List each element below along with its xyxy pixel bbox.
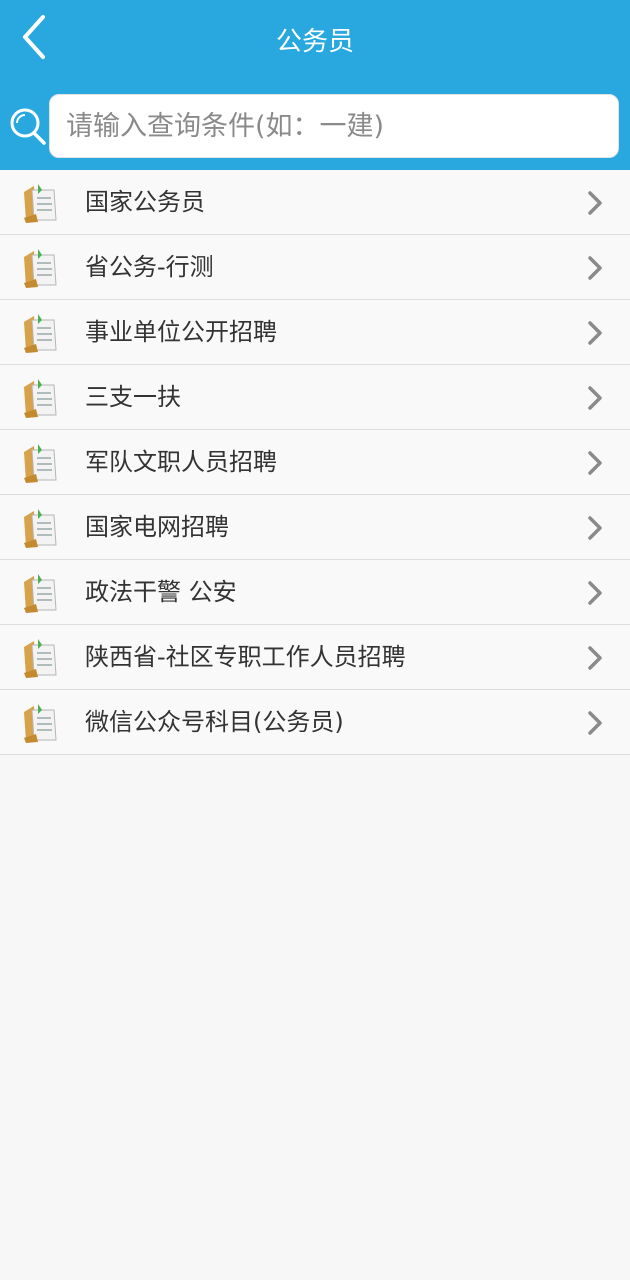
chevron-right-icon bbox=[588, 386, 602, 410]
list-item-label: 三支一扶 bbox=[85, 383, 181, 411]
document-folder-icon bbox=[24, 574, 57, 613]
chevron-right-icon bbox=[588, 516, 602, 540]
list-item-label: 国家公务员 bbox=[85, 188, 205, 216]
list-item-label: 国家电网招聘 bbox=[85, 513, 229, 541]
category-list: 国家公务员 省公务-行测 事业单位公开招聘 三支一扶 军队文职人员招聘 国家电网… bbox=[0, 170, 630, 755]
document-folder-icon bbox=[24, 639, 57, 678]
list-item-2[interactable]: 省公务-行测 bbox=[0, 235, 630, 300]
list-item-1[interactable]: 国家公务员 bbox=[0, 170, 630, 235]
chevron-right-icon bbox=[588, 191, 602, 215]
list-item-7[interactable]: 政法干警 公安 bbox=[0, 560, 630, 625]
list-item-4[interactable]: 三支一扶 bbox=[0, 365, 630, 430]
chevron-right-icon bbox=[588, 256, 602, 280]
search-box[interactable] bbox=[49, 94, 619, 158]
document-folder-icon bbox=[24, 314, 57, 353]
search-icon[interactable] bbox=[8, 106, 48, 146]
document-folder-icon bbox=[24, 704, 57, 743]
list-item-6[interactable]: 国家电网招聘 bbox=[0, 495, 630, 560]
header-bar: 公务员 bbox=[0, 0, 630, 170]
list-item-label: 陕西省-社区专职工作人员招聘 bbox=[85, 643, 406, 671]
list-item-label: 政法干警 公安 bbox=[85, 578, 237, 606]
document-folder-icon bbox=[24, 509, 57, 548]
list-item-8[interactable]: 陕西省-社区专职工作人员招聘 bbox=[0, 625, 630, 690]
document-folder-icon bbox=[24, 184, 57, 223]
chevron-right-icon bbox=[588, 581, 602, 605]
document-folder-icon bbox=[24, 444, 57, 483]
list-item-9[interactable]: 微信公众号科目(公务员) bbox=[0, 690, 630, 755]
list-item-label: 省公务-行测 bbox=[85, 253, 214, 281]
chevron-right-icon bbox=[588, 321, 602, 345]
list-item-5[interactable]: 军队文职人员招聘 bbox=[0, 430, 630, 495]
document-folder-icon bbox=[24, 249, 57, 288]
chevron-right-icon bbox=[588, 646, 602, 670]
list-item-label: 军队文职人员招聘 bbox=[85, 448, 277, 476]
document-folder-icon bbox=[24, 379, 57, 418]
page-title: 公务员 bbox=[275, 27, 354, 57]
chevron-right-icon bbox=[588, 711, 602, 735]
chevron-right-icon bbox=[588, 451, 602, 475]
list-item-label: 微信公众号科目(公务员) bbox=[85, 708, 344, 736]
list-item-3[interactable]: 事业单位公开招聘 bbox=[0, 300, 630, 365]
list-item-label: 事业单位公开招聘 bbox=[85, 318, 277, 346]
search-input[interactable] bbox=[50, 95, 618, 157]
